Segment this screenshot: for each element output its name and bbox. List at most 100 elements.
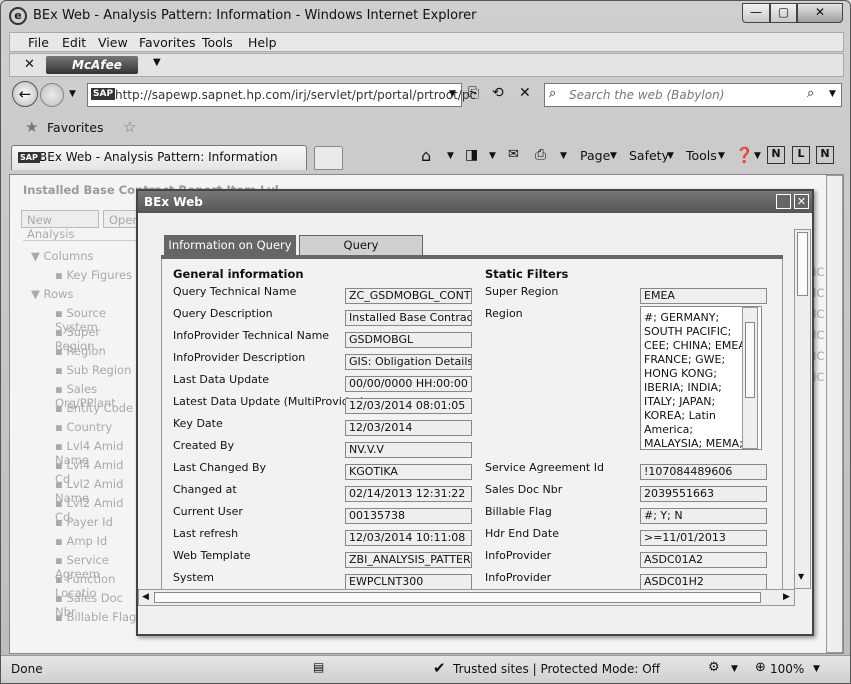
tree-bullet-icon: ▪ <box>55 572 67 586</box>
settings-dropdown-icon[interactable]: ▼ <box>731 664 738 674</box>
search-input[interactable]: Search the web (Babylon) <box>569 88 724 102</box>
tree-bullet-icon: ▪ <box>55 591 67 605</box>
close-toolbar-icon[interactable]: ✕ <box>24 57 35 72</box>
search-dropdown-icon[interactable]: ▼ <box>829 89 836 99</box>
tools-menu[interactable]: Tools <box>686 148 717 163</box>
status-bar: Done ▤ ✔ Trusted sites | Protected Mode:… <box>1 655 850 683</box>
compatibility-icon[interactable]: ⎘ <box>468 85 479 101</box>
settings-icon[interactable]: ⚙ <box>708 660 720 675</box>
minimize-button[interactable]: — <box>742 3 770 23</box>
menu-view[interactable]: View <box>98 35 128 50</box>
tree-bullet-icon: ▪ <box>55 553 67 567</box>
menu-edit[interactable]: Edit <box>62 35 86 50</box>
help-icon[interactable]: ❓ <box>735 146 754 164</box>
general-label: Key Date <box>173 417 223 430</box>
ie-logo-icon: e <box>9 7 27 25</box>
region-scroll-thumb[interactable] <box>745 322 755 398</box>
tree-bullet-icon: ▪ <box>55 610 67 624</box>
help-dropdown-icon[interactable]: ▼ <box>754 151 761 161</box>
close-window-button[interactable]: ✕ <box>797 3 843 23</box>
tree-group[interactable]: ▼ Rows <box>31 287 73 301</box>
history-dropdown-icon[interactable]: ▼ <box>69 89 76 99</box>
page-menu[interactable]: Page <box>580 148 610 163</box>
tab-query-documentation[interactable]: Query Documentation <box>299 235 423 271</box>
tree-item[interactable]: ▪ Amp Id <box>55 534 107 548</box>
maximize-dialog-icon[interactable] <box>776 194 791 209</box>
feeds-dropdown-icon[interactable]: ▼ <box>489 151 496 161</box>
hscroll-thumb[interactable] <box>154 592 761 603</box>
stop-icon[interactable]: ✕ <box>519 85 531 101</box>
chevron-down-icon[interactable]: ▼ <box>153 57 161 68</box>
menu-tools[interactable]: Tools <box>202 35 233 50</box>
extension-l-icon[interactable]: L <box>792 146 810 164</box>
menu-favorites[interactable]: Favorites <box>139 35 195 50</box>
bex-dialog: BEx Web ✕ Information on Query Query Doc… <box>136 189 814 636</box>
tree-item[interactable]: ▪ Billable Flag <box>55 610 136 624</box>
maximize-button[interactable]: ▢ <box>770 3 797 23</box>
forward-button[interactable] <box>40 83 64 107</box>
scroll-thumb[interactable] <box>797 232 808 296</box>
address-dropdown-icon[interactable]: ▼ <box>449 89 456 99</box>
general-value-field: 12/03/2014 08:01:05 <box>345 398 472 414</box>
tab-title[interactable]: BEx Web - Analysis Pattern: Information <box>39 150 278 164</box>
region-scrollbar[interactable] <box>742 307 758 449</box>
filter-label: Service Agreement Id <box>485 461 604 474</box>
general-value-field: KGOTIKA <box>345 464 472 480</box>
close-dialog-icon[interactable]: ✕ <box>794 194 809 209</box>
print-icon[interactable]: ⎙ <box>535 147 546 163</box>
menu-help[interactable]: Help <box>248 35 277 50</box>
tree-bullet-icon: ▪ <box>55 306 67 320</box>
zoom-dropdown-icon[interactable]: ▼ <box>813 664 820 674</box>
star-icon: ★ <box>25 118 39 136</box>
general-label: Query Technical Name <box>173 285 297 298</box>
add-favorite-icon[interactable]: ☆ <box>123 118 136 136</box>
tree-item[interactable]: ▪ Country <box>55 420 112 434</box>
address-url[interactable]: http://sapewp.sapnet.hp.com/irj/servlet/… <box>115 88 476 102</box>
babylon-search-icon: ⌕ <box>549 86 557 101</box>
favorites-button[interactable]: Favorites <box>47 120 103 135</box>
home-dropdown-icon[interactable]: ▼ <box>447 151 454 161</box>
extension-n-icon[interactable]: N <box>767 146 785 164</box>
menu-file[interactable]: File <box>28 35 49 50</box>
general-value-field: 00/00/0000 HH:00:00 <box>345 376 472 392</box>
feeds-icon[interactable]: ◨ <box>465 147 478 163</box>
general-value-field: ZC_GSDMOBGL_CONTRA <box>345 288 472 304</box>
safety-dropdown-icon: ▼ <box>667 151 674 161</box>
dialog-scrollbar-horizontal[interactable]: ◀ ▶ <box>138 589 795 606</box>
tree-bullet-icon: ▪ <box>55 268 67 282</box>
scroll-down-icon[interactable]: ▼ <box>798 572 804 581</box>
ie-window: e BEx Web - Analysis Pattern: Informatio… <box>0 0 851 684</box>
filter-value-field: >=11/01/2013 <box>640 530 767 546</box>
page-dropdown-icon: ▼ <box>610 151 617 161</box>
home-icon[interactable]: ⌂ <box>421 146 431 165</box>
general-label: System <box>173 571 215 584</box>
tree-bullet-icon: ▪ <box>55 344 67 358</box>
search-icon[interactable]: ⌕ <box>807 86 814 101</box>
mail-icon[interactable]: ✉ <box>508 147 519 162</box>
safety-menu[interactable]: Safety <box>629 148 669 163</box>
filter-label: InfoProvider <box>485 571 552 584</box>
new-analysis-button[interactable]: New Analysis <box>21 210 99 241</box>
tree-item[interactable]: ▪ Sub Region <box>55 363 131 377</box>
tree-item[interactable]: ▪ Payer Id <box>55 515 113 529</box>
tree-group[interactable]: ▼ Columns <box>31 249 94 263</box>
tab-information-on-query[interactable]: Information on Query <box>164 235 296 255</box>
tree-item[interactable]: ▪ Region <box>55 344 106 358</box>
scroll-left-icon[interactable]: ◀ <box>142 592 149 602</box>
mcafee-button[interactable]: McAfee <box>46 56 138 74</box>
tree-item[interactable]: ▪ Entity Code <box>55 401 133 415</box>
tree-item[interactable]: ▪ Key Figures <box>55 268 132 282</box>
refresh-icon[interactable]: ⟲ <box>492 85 504 101</box>
dialog-scrollbar-vertical[interactable]: ▼ <box>794 229 811 589</box>
new-tab-button[interactable] <box>314 146 343 170</box>
zoom-level[interactable]: 100% <box>770 662 804 676</box>
filter-value-field: !107084489606 <box>640 464 767 480</box>
print-dropdown-icon[interactable]: ▼ <box>560 151 567 161</box>
back-button[interactable]: ← <box>12 81 38 107</box>
security-zone[interactable]: Trusted sites | Protected Mode: Off <box>453 662 660 676</box>
page-scrollbar[interactable] <box>826 175 843 653</box>
extension-n2-icon[interactable]: N <box>816 146 834 164</box>
filter-label: Super Region <box>485 285 559 298</box>
scroll-right-icon[interactable]: ▶ <box>783 592 790 602</box>
navigation-tree: ▼ Columns ▪ Key Figures ▼ Rows ▪ Source Sys… <box>23 240 141 640</box>
